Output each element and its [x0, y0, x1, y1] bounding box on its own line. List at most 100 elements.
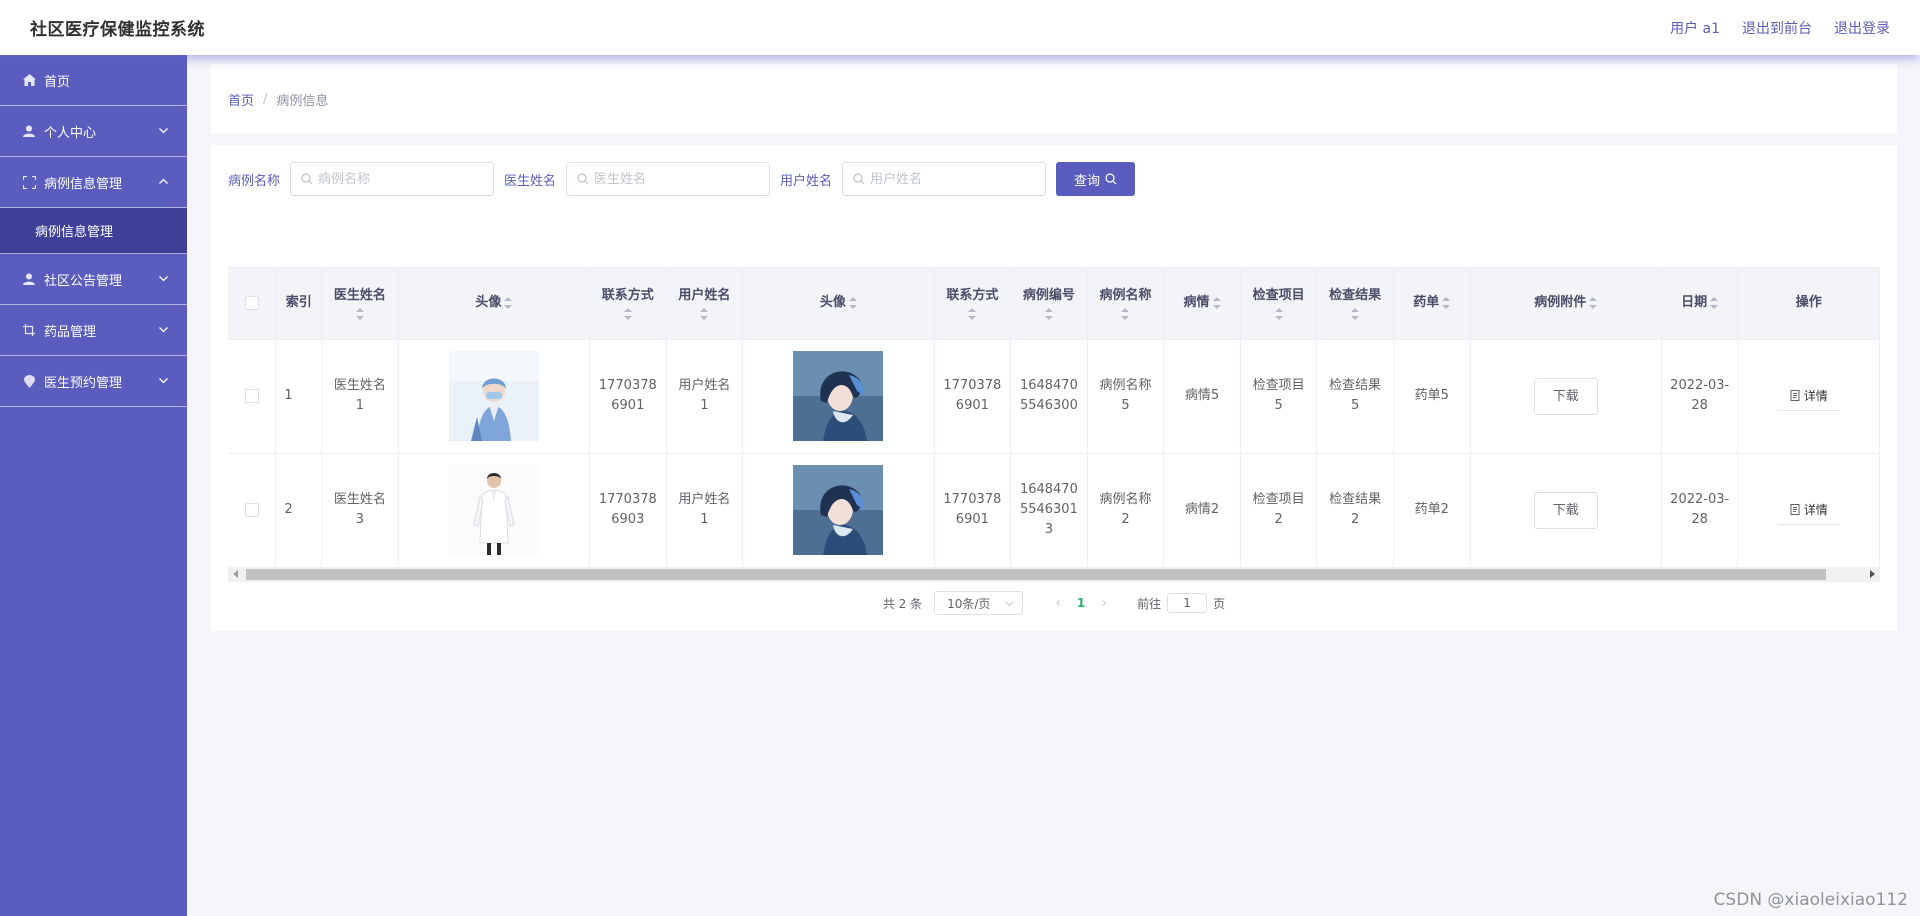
row-checkbox[interactable]: [244, 388, 259, 403]
user-icon: [22, 124, 36, 138]
index-cell: 2: [275, 453, 323, 568]
goto-page-input[interactable]: [1167, 593, 1208, 613]
col-actions: 操作: [1737, 268, 1880, 340]
sort-icon[interactable]: [968, 308, 977, 321]
case-name-input[interactable]: [318, 171, 489, 187]
case-name-cell: 病例名称5: [1087, 339, 1165, 454]
pin-icon: [22, 374, 36, 388]
user-name-field[interactable]: [842, 162, 1047, 196]
sort-icon[interactable]: [700, 308, 709, 321]
col-user-contact[interactable]: 联系方式: [934, 268, 1012, 340]
watermark: CSDN @xiaoleixiao112: [1713, 890, 1908, 910]
breadcrumb-home[interactable]: 首页: [228, 90, 254, 109]
row-select-cell: [228, 453, 277, 568]
case-name-label: 病例名称: [228, 173, 281, 189]
date-cell: 2022-03-28: [1661, 453, 1739, 568]
sidebar-item-label: 个人中心: [44, 125, 97, 141]
sort-icon[interactable]: [1044, 308, 1053, 321]
sort-icon[interactable]: [504, 296, 513, 309]
prescription-cell: 药单2: [1393, 453, 1471, 568]
col-prescription[interactable]: 药单: [1393, 268, 1471, 340]
scroll-right-arrow[interactable]: [1870, 570, 1875, 578]
horizontal-scrollbar[interactable]: [228, 567, 1880, 582]
sort-icon[interactable]: [623, 308, 632, 321]
next-page-button[interactable]: ›: [1091, 596, 1117, 611]
sidebar-item-home[interactable]: 首页: [0, 55, 187, 106]
col-date[interactable]: 日期: [1661, 268, 1739, 340]
sort-icon[interactable]: [1589, 296, 1598, 309]
col-exam-result[interactable]: 检查结果: [1316, 268, 1394, 340]
row-checkbox[interactable]: [244, 502, 259, 517]
chevron-down-icon: [159, 327, 168, 333]
select-all-checkbox[interactable]: [244, 295, 259, 310]
chevron-down-icon: [159, 378, 168, 384]
breadcrumb-separator: /: [263, 91, 268, 107]
user-contact-cell: 17703786901: [934, 339, 1012, 454]
home-icon: [22, 73, 36, 87]
sort-icon[interactable]: [1710, 296, 1719, 309]
case-table: 索引 医生姓名 头像 联系方式 用户姓名 头像 联系方式 病例编号 病例名称 病…: [228, 267, 1880, 582]
table-header-row: 索引 医生姓名 头像 联系方式 用户姓名 头像 联系方式 病例编号 病例名称 病…: [228, 268, 1880, 340]
main-panel: 病例名称 医生姓名 用户姓名 查询: [211, 145, 1897, 631]
sidebar-item-label: 病例信息管理: [44, 176, 123, 192]
col-attachment[interactable]: 病例附件: [1470, 268, 1662, 340]
sort-icon[interactable]: [355, 308, 364, 321]
sort-icon[interactable]: [1212, 296, 1221, 309]
sidebar-item-announcement-management[interactable]: 社区公告管理: [0, 254, 187, 305]
detail-button[interactable]: 详情: [1777, 382, 1840, 411]
doctor-name-input[interactable]: [594, 171, 765, 187]
pagination: 共 2 条 10条/页 ‹ 1 › 前往 页: [211, 591, 1897, 615]
col-doctor-name[interactable]: 医生姓名: [321, 268, 399, 340]
doctor-name-field[interactable]: [566, 162, 771, 196]
col-doctor-avatar[interactable]: 头像: [398, 268, 591, 340]
download-button[interactable]: 下载: [1533, 377, 1598, 415]
case-name-field[interactable]: [290, 162, 495, 196]
sidebar-item-doctor-appointment[interactable]: 医生预约管理: [0, 356, 187, 407]
col-condition[interactable]: 病情: [1163, 268, 1241, 340]
sidebar-item-personal-center[interactable]: 个人中心: [0, 106, 187, 157]
col-user-avatar[interactable]: 头像: [742, 268, 935, 340]
detail-button-label: 详情: [1803, 502, 1828, 517]
logout-link[interactable]: 退出登录: [1834, 18, 1890, 38]
scrollbar-thumb[interactable]: [246, 569, 1826, 580]
sidebar-item-case-management[interactable]: 病例信息管理: [0, 157, 187, 208]
user-name-cell: 用户姓名1: [666, 339, 744, 454]
breadcrumb-current: 病例信息: [276, 93, 329, 109]
exam-result-cell: 检查结果2: [1316, 453, 1394, 568]
sort-icon[interactable]: [1274, 308, 1283, 321]
sidebar-item-label: 医生预约管理: [44, 375, 123, 391]
col-user-name[interactable]: 用户姓名: [666, 268, 744, 340]
sort-icon[interactable]: [1351, 308, 1360, 321]
doctor-avatar-cell: [398, 453, 591, 568]
query-button[interactable]: 查询: [1056, 162, 1136, 196]
detail-button[interactable]: 详情: [1777, 496, 1840, 525]
user-name-input[interactable]: [870, 171, 1041, 187]
back-to-front-link[interactable]: 退出到前台: [1742, 18, 1812, 38]
sidebar-item-drug-management[interactable]: 药品管理: [0, 305, 187, 356]
case-no-cell: 16484705546300: [1010, 339, 1088, 454]
col-case-name[interactable]: 病例名称: [1087, 268, 1165, 340]
select-all-cell: [228, 268, 277, 340]
sort-icon[interactable]: [848, 296, 857, 309]
col-exam-item[interactable]: 检查项目: [1240, 268, 1318, 340]
sidebar-subitem-case-management[interactable]: 病例信息管理: [0, 208, 187, 254]
page-unit-label: 页: [1213, 596, 1226, 611]
actions-cell: 详情: [1737, 453, 1880, 568]
col-case-no[interactable]: 病例编号: [1010, 268, 1088, 340]
download-button[interactable]: 下载: [1533, 491, 1598, 529]
user-icon: [22, 272, 36, 286]
page-number-button[interactable]: 1: [1071, 596, 1091, 610]
sidebar: 首页 个人中心 病例信息管理 病例信息管理 社区公告管理 药品管理 医生预约管理: [0, 55, 187, 916]
exam-result-cell: 检查结果5: [1316, 339, 1394, 454]
page-jumper: 前往 页: [1137, 593, 1225, 613]
sort-icon[interactable]: [1442, 296, 1451, 309]
scroll-left-arrow[interactable]: [233, 570, 238, 578]
sort-icon[interactable]: [1121, 308, 1130, 321]
prev-page-button[interactable]: ‹: [1045, 596, 1071, 611]
exam-item-cell: 检查项目2: [1240, 453, 1318, 568]
pagination-total: 共 2 条: [882, 596, 923, 611]
user-label[interactable]: 用户 a1: [1670, 18, 1720, 38]
table-row: 2 医生姓名3 17703786903 用户姓名1 17703786901 16…: [228, 453, 1880, 568]
col-contact[interactable]: 联系方式: [589, 268, 667, 340]
page-size-select[interactable]: 10条/页: [934, 591, 1024, 615]
